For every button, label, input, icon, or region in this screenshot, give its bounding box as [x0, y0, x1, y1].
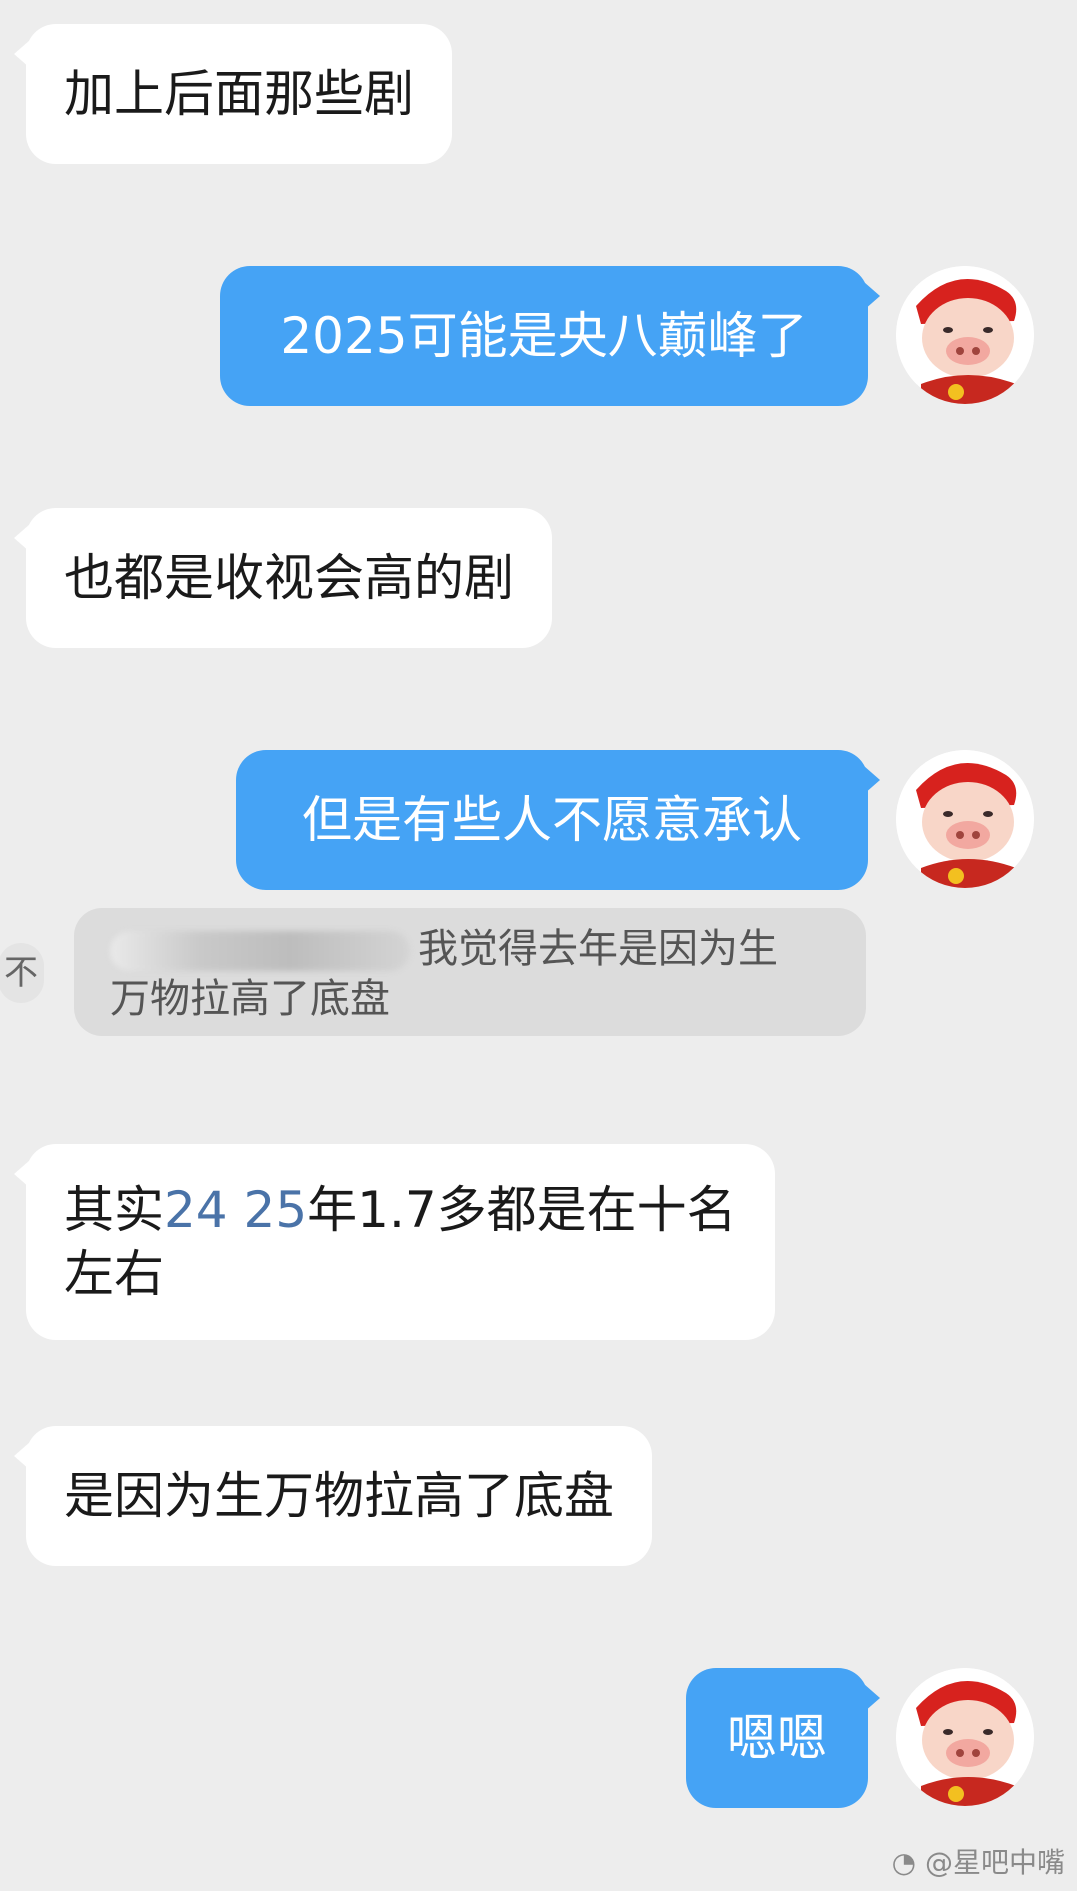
bubble-tail	[864, 766, 880, 794]
message-bubble-incoming[interactable]: 是因为生万物拉高了底盘	[14, 1426, 652, 1566]
avatar[interactable]	[896, 266, 1034, 404]
bubble-tail	[14, 1160, 30, 1188]
watermark: ◔ @星吧中嘴	[891, 1846, 1065, 1879]
message-text: 是因为生万物拉高了底盘	[64, 1467, 614, 1525]
message-text: 嗯嗯	[727, 1709, 827, 1767]
message-text: 但是有些人不愿意承认	[302, 791, 802, 849]
bubble-tail	[14, 40, 30, 68]
message-bubble-incoming[interactable]: 其实24 25年1.7多都是在十名 左右	[14, 1144, 775, 1340]
weibo-icon: ◔	[891, 1846, 917, 1879]
quoted-message[interactable]: 我觉得去年是因为生 万物拉高了底盘	[74, 908, 866, 1036]
message-text-line-2: 左右	[64, 1245, 164, 1303]
quote-line-1: 我觉得去年是因为生	[110, 924, 830, 974]
message-bubble-incoming[interactable]: 加上后面那些剧	[14, 24, 452, 164]
bubble-tail	[864, 1684, 880, 1712]
message-bubble-outgoing[interactable]: 但是有些人不愿意承认	[236, 750, 880, 890]
avatar[interactable]	[896, 750, 1034, 888]
redacted-name	[110, 931, 410, 971]
message-text-line-1: 其实24 25年1.7多都是在十名	[64, 1181, 737, 1239]
message-text: 2025可能是央八巅峰了	[280, 307, 808, 365]
message-bubble-incoming[interactable]: 也都是收视会高的剧	[14, 508, 552, 648]
number-link[interactable]: 24 25	[164, 1181, 307, 1239]
quote-line-2: 万物拉高了底盘	[110, 976, 390, 1022]
pig-avatar-icon	[896, 750, 1034, 888]
avatar[interactable]	[896, 1668, 1034, 1806]
bubble-tail	[14, 1442, 30, 1470]
pig-avatar-icon	[896, 266, 1034, 404]
bubble-tail	[864, 282, 880, 310]
bubble-tail	[14, 524, 30, 552]
pig-avatar-icon	[896, 1668, 1034, 1806]
message-text: 也都是收视会高的剧	[64, 549, 514, 607]
message-bubble-outgoing[interactable]: 2025可能是央八巅峰了	[220, 266, 880, 406]
message-text: 加上后面那些剧	[64, 65, 414, 123]
message-bubble-outgoing[interactable]: 嗯嗯	[686, 1668, 880, 1808]
quote-indicator-icon: 不	[0, 943, 44, 1003]
